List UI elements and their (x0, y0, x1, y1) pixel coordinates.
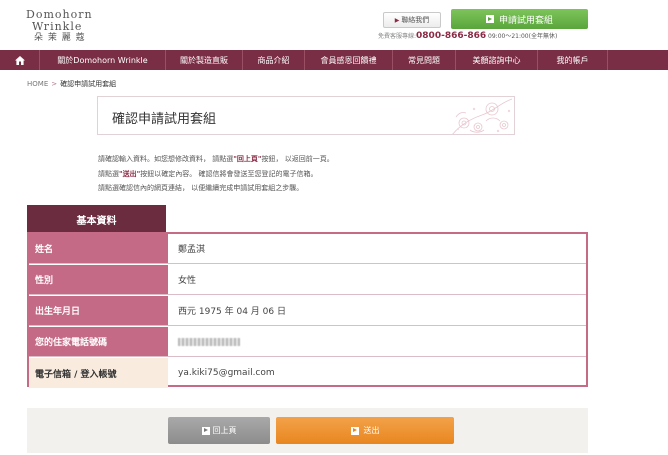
table-row: 性別 女性 (29, 265, 586, 295)
play-square-icon (350, 426, 359, 435)
field-label-email: 電子信箱 / 登入帳號 (29, 358, 168, 388)
submit-button[interactable]: 送出 (276, 417, 454, 444)
breadcrumb-home[interactable]: HOME (27, 80, 48, 88)
field-value-home-phone (168, 327, 586, 356)
nav-item-my-account[interactable]: 我的帳戶 (538, 50, 608, 70)
contact-us-label: 聯絡我們 (401, 16, 430, 24)
instruction-text: 按鈕以確定內容。 確認信將會發送至您登記的電子信箱。 (140, 169, 318, 178)
instruction-text: 請點選 (98, 169, 119, 178)
field-value-gender: 女性 (178, 276, 197, 286)
table-row: 出生年月日 西元 1975 年 04 月 06 日 (29, 296, 586, 326)
instruction-line-3: 請點選確認信內的網頁連結， 以便繼續完成申請試用套組之步驟。 (98, 184, 304, 192)
basic-info-table: 姓名 鄭孟淇 性別 女性 出生年月日 西元 1975 年 04 月 06 日 您… (27, 232, 588, 388)
instruction-line-1: 請確認輸入資料。如您想修改資料， 請點選"回上頁"按鈕， 以返回前一頁。 (98, 152, 334, 167)
field-value-birthday: 西元 1975 年 04 月 06 日 (178, 307, 286, 317)
nav-item-faq[interactable]: 常見問題 (393, 50, 456, 70)
field-value-name: 鄭孟淇 (178, 245, 206, 255)
field-label-home-phone: 您的住家電話號碼 (29, 327, 168, 356)
breadcrumb-separator: > (51, 80, 58, 88)
section-tab-basic-info: 基本資料 (27, 205, 166, 233)
back-label: 回上頁 (212, 426, 237, 435)
field-label-gender: 性別 (29, 265, 168, 294)
back-button[interactable]: 回上頁 (168, 417, 270, 444)
submit-label: 送出 (363, 426, 380, 435)
breadcrumb-current: 確認申請試用套組 (60, 80, 117, 88)
logo[interactable]: Domohorn Wrinkle 朵 茉 麗 蔻 (26, 9, 116, 44)
breadcrumb: HOME > 確認申請試用套組 (27, 79, 116, 89)
redacted-phone (178, 337, 240, 346)
hotline-hours: 09:00～21:00(全年無休) (488, 33, 558, 40)
play-square-icon (201, 426, 210, 435)
apply-trial-button[interactable]: 申請試用套組 (451, 9, 588, 29)
instruction-highlight: "送出" (119, 169, 141, 178)
nav-item-member-rewards[interactable]: 會員感恩回饋禮 (305, 50, 393, 70)
hotline: 免費客服專線:0800-866-866 09:00～21:00(全年無休) (378, 31, 588, 41)
triangle-right-icon: ▶ (394, 16, 400, 24)
instruction-text: 請確認輸入資料。如您想修改資料， 請點選 (98, 155, 234, 163)
contact-us-button[interactable]: ▶ 聯絡我們 (383, 12, 441, 28)
instruction-highlight: "回上頁" (233, 155, 262, 163)
page-title: 確認申請試用套組 (112, 112, 217, 127)
nav-item-products[interactable]: 商品介紹 (243, 50, 305, 70)
nav-item-about-brand[interactable]: 關於Domohorn Wrinkle (40, 50, 166, 70)
home-nav-button[interactable] (0, 50, 40, 70)
apply-trial-label: 申請試用套組 (498, 15, 553, 26)
logo-text-zh: 朵 茉 麗 蔻 (34, 33, 86, 43)
play-square-icon (485, 15, 494, 23)
field-label-birthday: 出生年月日 (29, 296, 168, 325)
table-row: 您的住家電話號碼 (29, 327, 586, 357)
instruction-text: 按鈕， 以返回前一頁。 (261, 155, 334, 163)
field-label-name: 姓名 (29, 234, 168, 263)
home-icon (14, 55, 25, 65)
field-value-email: ya.kiki75@gmail.com (178, 368, 275, 378)
instruction-line-2: 請點選"送出"按鈕以確定內容。 確認信將會發送至您登記的電子信箱。 (98, 167, 334, 182)
table-row: 電子信箱 / 登入帳號 ya.kiki75@gmail.com (29, 358, 586, 388)
main-nav: 關於Domohorn Wrinkle 關於製造直販 商品介紹 會員感恩回饋禮 常… (0, 50, 668, 70)
hotline-number: 0800-866-866 (416, 31, 487, 41)
floral-decoration-icon (452, 98, 513, 134)
hotline-label: 免費客服專線: (378, 33, 417, 40)
instructions: 請確認輸入資料。如您想修改資料， 請點選"回上頁"按鈕， 以返回前一頁。 請點選… (98, 152, 334, 196)
nav-item-beauty-consulting[interactable]: 美顏諮詢中心 (456, 50, 538, 70)
nav-item-about-direct-sale[interactable]: 關於製造直販 (166, 50, 243, 70)
page-title-box: 確認申請試用套組 (97, 96, 515, 135)
table-row: 姓名 鄭孟淇 (29, 234, 586, 264)
logo-text-en-2: Wrinkle (32, 20, 83, 33)
